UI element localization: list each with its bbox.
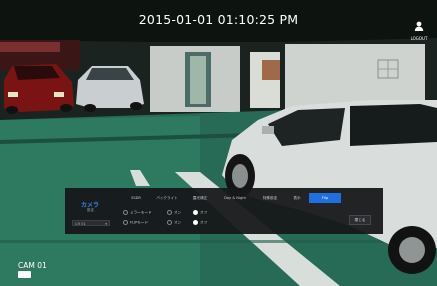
camera-select[interactable]: CH 01 ▾ (72, 220, 110, 226)
chevron-down-icon: ▾ (105, 222, 107, 226)
flip-mode-on-label: オン (174, 220, 182, 225)
radio-icon (167, 210, 172, 215)
tab-ssdr[interactable]: SSDR (123, 193, 149, 203)
flip-mode-label: FLIPモード (123, 220, 163, 226)
tab-exposure[interactable]: 露光補正 (185, 193, 215, 203)
tab-day-night[interactable]: Day & Night (215, 193, 255, 203)
logout-button[interactable]: LOGOUT (408, 16, 430, 41)
tab-special[interactable]: 特殊設定 (255, 193, 285, 203)
flip-mode-text: FLIPモード (130, 220, 149, 225)
dialog-subtitle: 設定 (87, 208, 94, 212)
logout-label: LOGOUT (410, 36, 428, 41)
camera-status-icon (18, 271, 31, 278)
camera-live-view: 2015-01-01 01:10:25 PM LOGOUT CAM 01 カメラ… (0, 0, 437, 286)
camera-feed-scene (0, 0, 437, 286)
tab-flip[interactable]: Flip (309, 193, 341, 203)
flip-mode-on-radio[interactable]: オン (167, 220, 191, 226)
mirror-mode-off-radio[interactable]: オフ (193, 210, 217, 216)
timestamp: 2015-01-01 01:10:25 PM (138, 12, 299, 27)
camera-settings-dialog: カメラ 設定 CH 01 ▾ SSDR バックライト 露光補正 Day & Ni… (65, 188, 383, 234)
mirror-mode-off-label: オフ (200, 210, 208, 215)
settings-tabs: SSDR バックライト 露光補正 Day & Night 特殊設定 表示 Fli… (123, 193, 343, 203)
mirror-mode-on-label: オン (174, 210, 182, 215)
user-icon (414, 21, 424, 31)
mirror-mode-on-radio[interactable]: オン (167, 210, 191, 216)
close-button[interactable]: 閉じる (349, 215, 371, 225)
flip-mode-off-label: オフ (200, 220, 208, 225)
mirror-mode-label: ミラーモード (123, 210, 163, 216)
mirror-mode-text: ミラーモード (130, 210, 152, 215)
tab-display[interactable]: 表示 (285, 193, 309, 203)
camera-select-value: CH 01 (75, 222, 86, 226)
radio-selected-icon (193, 210, 198, 215)
radio-icon (167, 220, 172, 225)
tab-backlight[interactable]: バックライト (149, 193, 185, 203)
flip-mode-off-radio[interactable]: オフ (193, 220, 217, 226)
bullet-icon (123, 210, 128, 215)
bullet-icon (123, 220, 128, 225)
camera-label: CAM 01 (18, 261, 47, 270)
radio-selected-icon (193, 220, 198, 225)
